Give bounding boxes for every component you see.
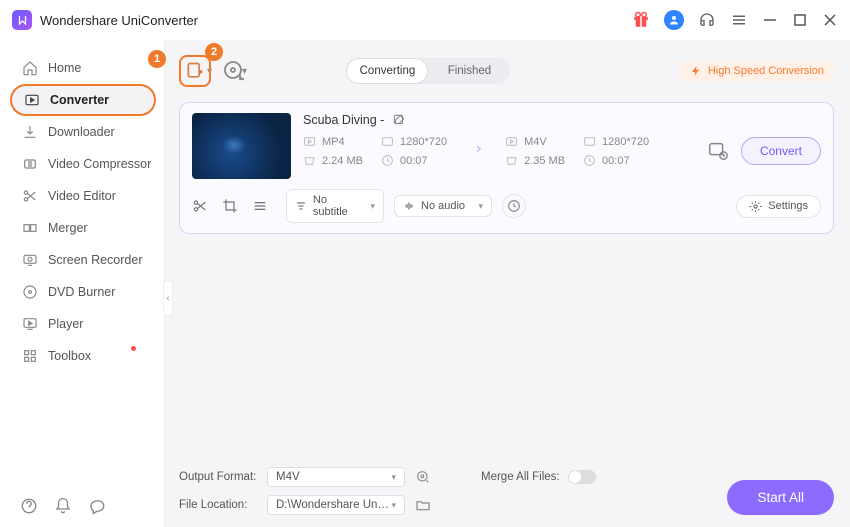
- tab-converting[interactable]: Converting: [346, 58, 428, 84]
- output-preset-icon[interactable]: [707, 140, 729, 162]
- sidebar-item-label: Video Editor: [48, 189, 164, 203]
- titlebar: Wondershare UniConverter: [0, 0, 850, 40]
- file-location-value: D:\Wondershare UnConverter 1: [276, 499, 391, 511]
- src-duration: 00:07: [381, 154, 447, 167]
- maximize-button[interactable]: [792, 12, 808, 28]
- scissors-icon: [22, 188, 38, 204]
- bottom-bar: Output Format: M4V▾ Merge All Files: Fil…: [179, 463, 834, 519]
- item-settings-label: Settings: [768, 200, 808, 212]
- sidebar-item-toolbox[interactable]: Toolbox: [0, 340, 164, 372]
- sidebar-item-merger[interactable]: Merger: [0, 212, 164, 244]
- menu-icon[interactable]: [730, 11, 748, 29]
- sidebar-item-home[interactable]: Home 1: [0, 52, 164, 84]
- src-resolution: 1280*720: [381, 135, 447, 148]
- sidebar-item-label: Screen Recorder: [48, 253, 164, 267]
- sidebar-item-label: Downloader: [48, 125, 164, 139]
- app-logo: [12, 10, 32, 30]
- dst-size: 2.35 MB: [505, 154, 565, 167]
- tab-finished[interactable]: Finished: [428, 58, 510, 84]
- merge-toggle[interactable]: [568, 470, 596, 484]
- main-panel: 2 ▾ ▾ Converting Finished High Speed Con…: [165, 40, 850, 527]
- output-format-label: Output Format:: [179, 471, 257, 483]
- sidebar-item-label: Toolbox: [48, 349, 164, 363]
- sidebar-item-label: DVD Burner: [48, 285, 164, 299]
- dst-resolution: 1280*720: [583, 135, 649, 148]
- sidebar-item-recorder[interactable]: Screen Recorder: [0, 244, 164, 276]
- gift-icon[interactable]: [632, 11, 650, 29]
- sidebar: Home 1 Converter Downloader Video Compre…: [0, 40, 165, 527]
- file-location-label: File Location:: [179, 499, 257, 511]
- trim-icon[interactable]: [192, 198, 208, 214]
- open-folder-icon[interactable]: [415, 497, 431, 513]
- speed-info-icon[interactable]: [502, 194, 526, 218]
- crop-icon[interactable]: [222, 198, 238, 214]
- effects-icon[interactable]: [252, 198, 268, 214]
- audio-select[interactable]: No audio ▾: [394, 195, 492, 217]
- sidebar-item-label: Merger: [48, 221, 164, 235]
- audio-select-value: No audio: [421, 200, 465, 212]
- disc-icon: [22, 284, 38, 300]
- merger-icon: [22, 220, 38, 236]
- recorder-icon: [22, 252, 38, 268]
- sidebar-item-player[interactable]: Player: [0, 308, 164, 340]
- add-file-button[interactable]: 2: [179, 55, 211, 87]
- video-title: Scuba Diving -: [303, 113, 384, 127]
- high-speed-label: High Speed Conversion: [708, 65, 824, 77]
- toolbox-icon: [22, 348, 38, 364]
- close-button[interactable]: [822, 12, 838, 28]
- sidebar-item-editor[interactable]: Video Editor: [0, 180, 164, 212]
- sidebar-item-downloader[interactable]: Downloader: [0, 116, 164, 148]
- output-format-select[interactable]: M4V▾: [267, 467, 405, 487]
- subtitle-select[interactable]: No subtitle ▾: [286, 189, 384, 223]
- sidebar-item-dvd[interactable]: DVD Burner: [0, 276, 164, 308]
- sidebar-item-label: Home: [48, 61, 164, 75]
- home-icon: [22, 60, 38, 76]
- conversion-item-card: Scuba Diving - MP4 2.24 MB 1280*720 00:0…: [179, 102, 834, 234]
- support-icon[interactable]: [698, 11, 716, 29]
- src-format: MP4: [303, 135, 363, 148]
- convert-button[interactable]: Convert: [741, 137, 821, 165]
- annotation-badge-1: 1: [148, 50, 166, 68]
- output-settings-icon[interactable]: [415, 469, 431, 485]
- status-tabs: Converting Finished: [346, 58, 510, 84]
- annotation-badge-2: 2: [205, 43, 223, 61]
- sidebar-item-label: Player: [48, 317, 164, 331]
- converter-icon: [24, 92, 40, 108]
- item-settings-button[interactable]: Settings: [736, 195, 821, 218]
- arrow-icon: [465, 140, 487, 163]
- player-icon: [22, 316, 38, 332]
- file-location-select[interactable]: D:\Wondershare UnConverter 1▾: [267, 495, 405, 515]
- src-size: 2.24 MB: [303, 154, 363, 167]
- user-avatar-icon[interactable]: [664, 10, 684, 30]
- notification-dot: [131, 346, 136, 351]
- subtitle-select-value: No subtitle: [313, 194, 365, 218]
- edit-title-icon[interactable]: [392, 113, 406, 127]
- download-icon: [22, 124, 38, 140]
- high-speed-badge[interactable]: High Speed Conversion: [680, 61, 834, 81]
- add-disc-dropdown-caret[interactable]: ▾: [242, 66, 247, 77]
- dst-duration: 00:07: [583, 154, 649, 167]
- app-title: Wondershare UniConverter: [40, 13, 198, 28]
- sidebar-item-compressor[interactable]: Video Compressor: [0, 148, 164, 180]
- sidebar-item-converter[interactable]: Converter: [10, 84, 156, 116]
- compressor-icon: [22, 156, 38, 172]
- feedback-icon[interactable]: [88, 497, 106, 515]
- sidebar-item-label: Video Compressor: [48, 157, 164, 171]
- bell-icon[interactable]: [54, 497, 72, 515]
- minimize-button[interactable]: [762, 12, 778, 28]
- help-icon[interactable]: [20, 497, 38, 515]
- merge-label: Merge All Files:: [481, 471, 560, 483]
- sidebar-item-label: Converter: [50, 93, 154, 107]
- dst-format: M4V: [505, 135, 565, 148]
- output-format-value: M4V: [276, 471, 300, 483]
- start-all-button[interactable]: Start All: [727, 480, 834, 515]
- video-thumbnail[interactable]: [192, 113, 291, 179]
